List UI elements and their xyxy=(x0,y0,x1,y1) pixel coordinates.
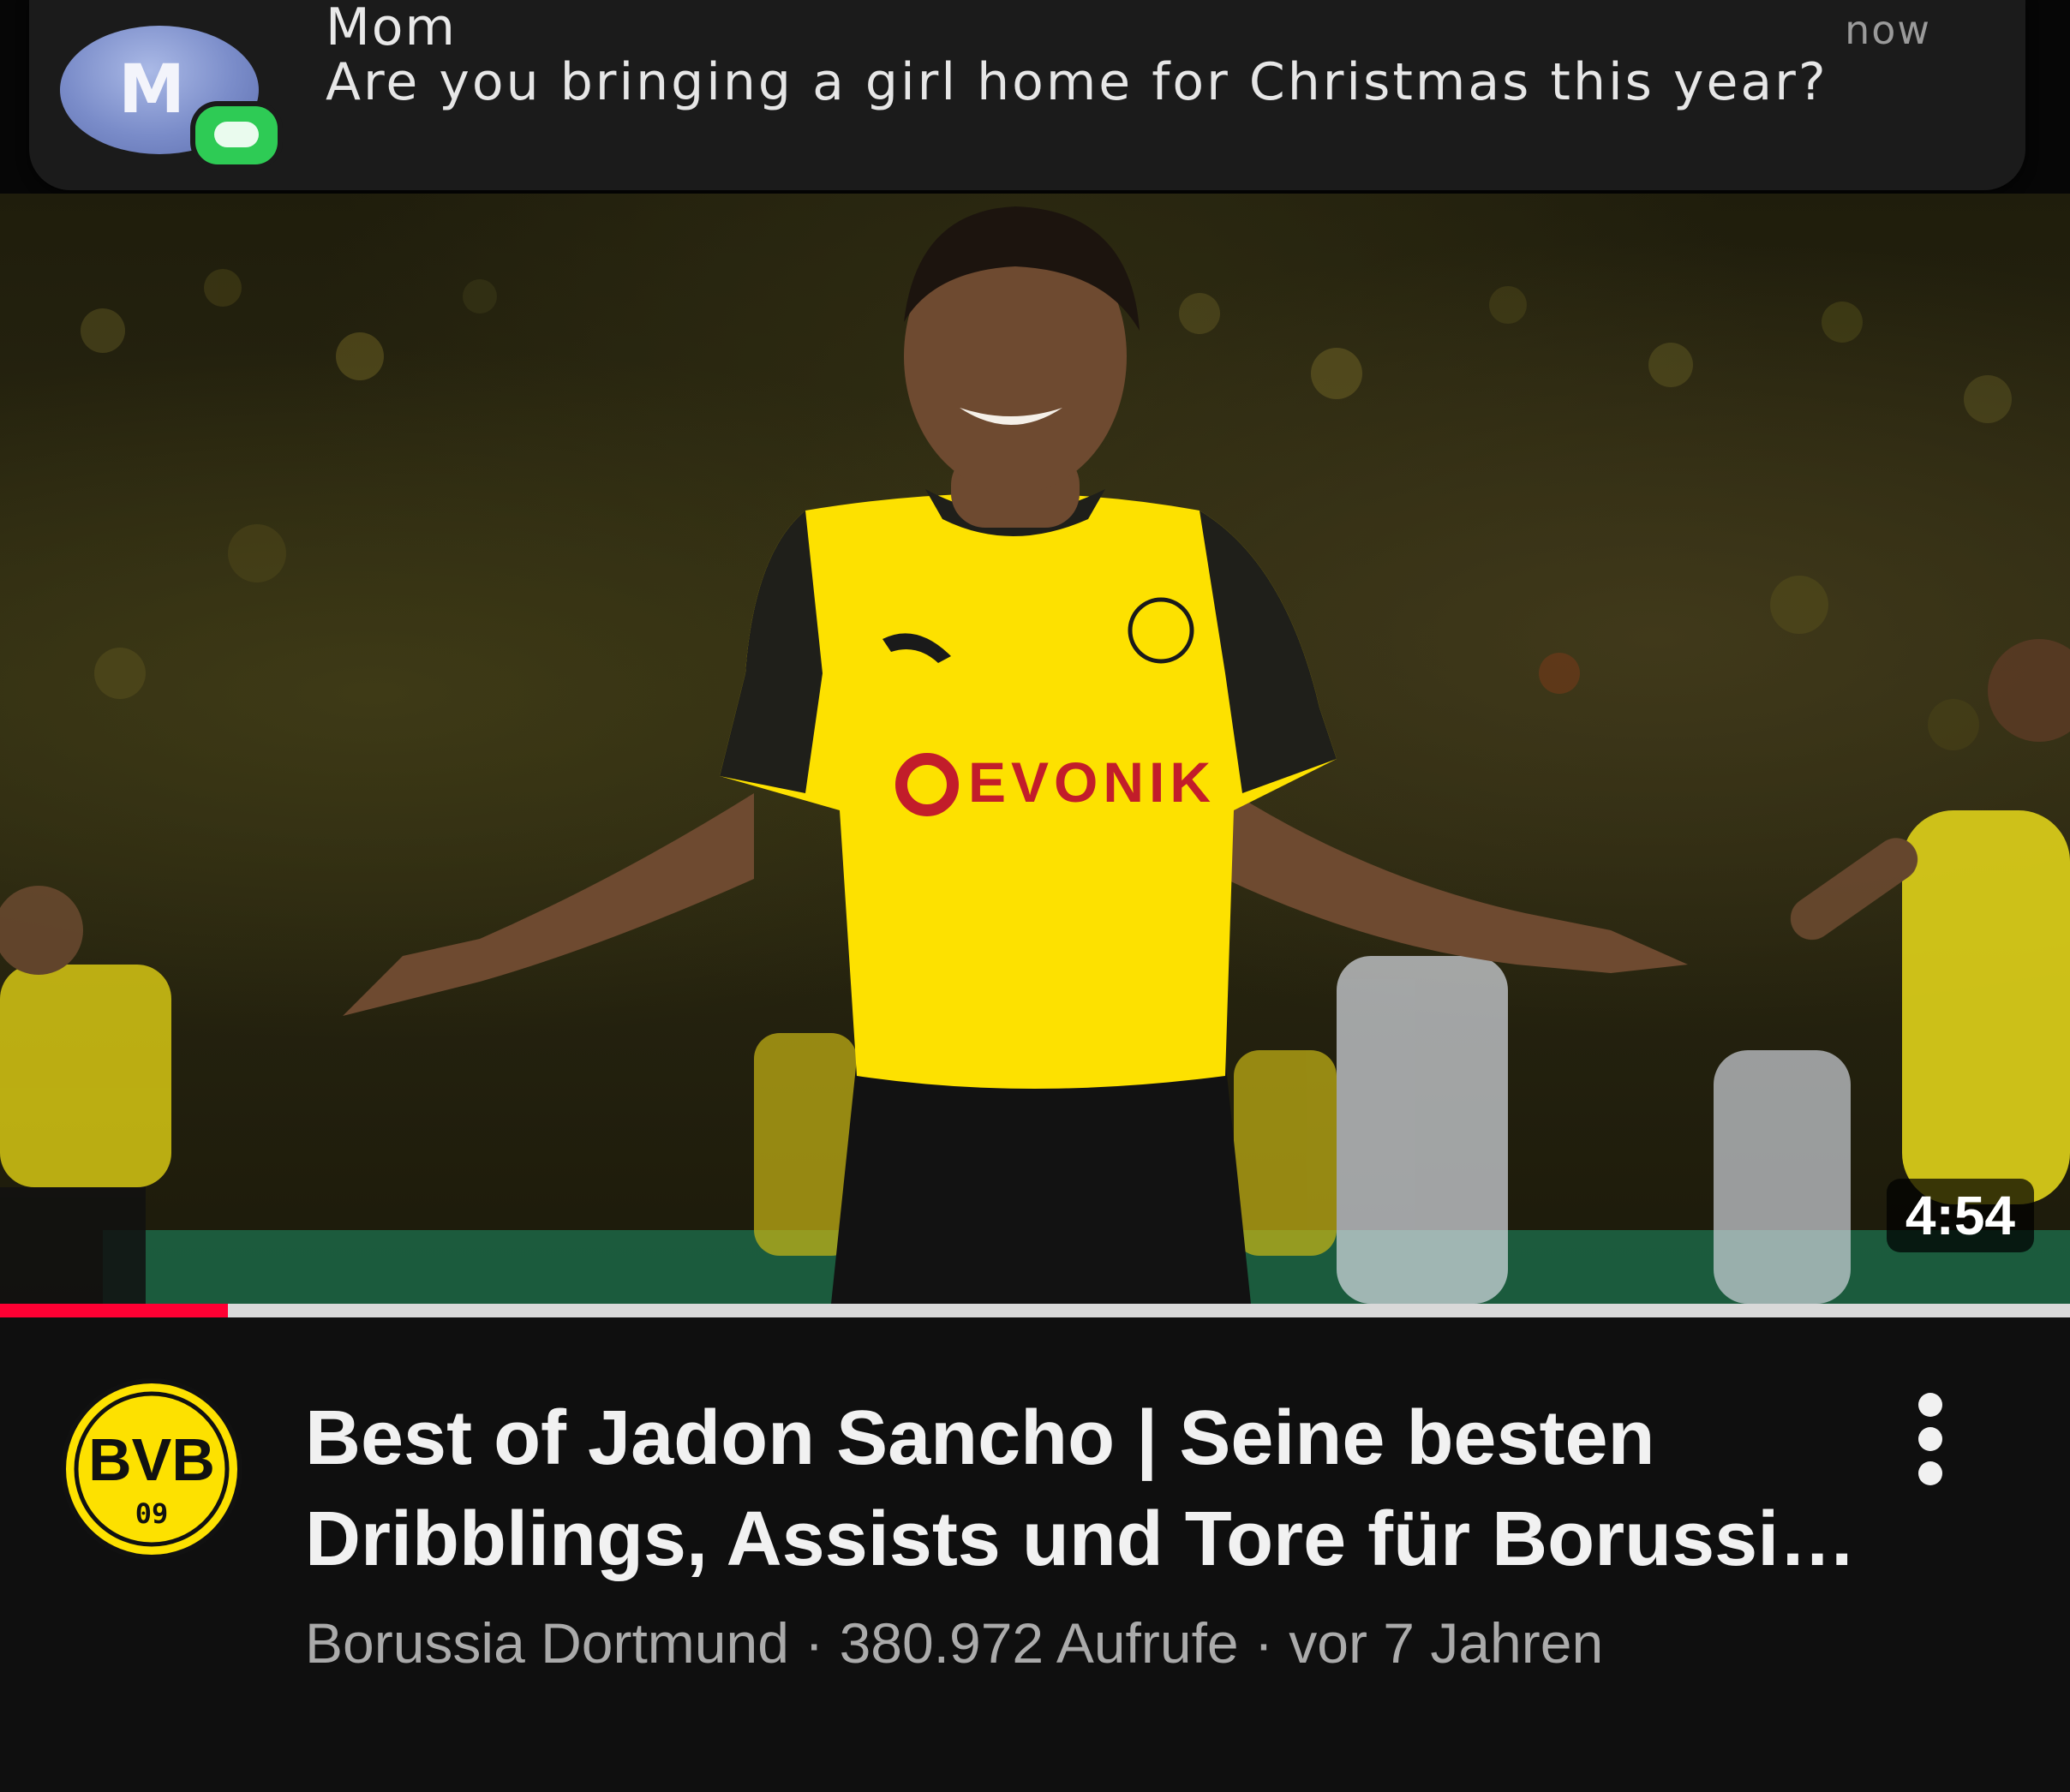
view-count: 380.972 Aufrufe xyxy=(839,1611,1239,1675)
watch-progress-bar xyxy=(0,1304,2070,1317)
channel-logo-number: 09 xyxy=(135,1497,169,1530)
thumbnail-scene: EVONIK xyxy=(0,206,2070,1304)
chat-bubble-icon xyxy=(214,122,259,147)
more-dot xyxy=(1918,1461,1942,1485)
video-thumbnail[interactable]: EVONIK 4:54 xyxy=(0,194,2070,1304)
notification-message: Are you bringing a girl home for Christm… xyxy=(326,52,1828,112)
meta-separator: · xyxy=(1238,1611,1289,1675)
video-title[interactable]: Best of Jadon Sancho | Seine besten Drib… xyxy=(305,1388,1864,1590)
more-vert-icon[interactable] xyxy=(1904,1393,1957,1487)
message-notification[interactable]: M Mom now Are you bringing a girl home f… xyxy=(29,0,2025,190)
channel-logo-text: BVB xyxy=(88,1426,215,1493)
notification-time: now xyxy=(1845,7,1931,53)
notification-sender: Mom xyxy=(326,0,457,57)
meta-separator: · xyxy=(788,1611,840,1675)
video-duration: 4:54 xyxy=(1886,1179,2034,1252)
upload-age: vor 7 Jahren xyxy=(1289,1611,1604,1675)
more-dot xyxy=(1918,1427,1942,1451)
watch-progress-fill xyxy=(0,1304,228,1317)
left-player xyxy=(0,886,171,1304)
channel-avatar[interactable]: BVB 09 xyxy=(60,1377,243,1561)
video-metadata: Borussia Dortmund · 380.972 Aufrufe · vo… xyxy=(305,1610,1603,1676)
more-dot xyxy=(1918,1393,1942,1417)
channel-name[interactable]: Borussia Dortmund xyxy=(305,1611,789,1675)
jersey-sponsor: EVONIK xyxy=(968,750,1216,814)
messages-icon xyxy=(195,106,278,164)
